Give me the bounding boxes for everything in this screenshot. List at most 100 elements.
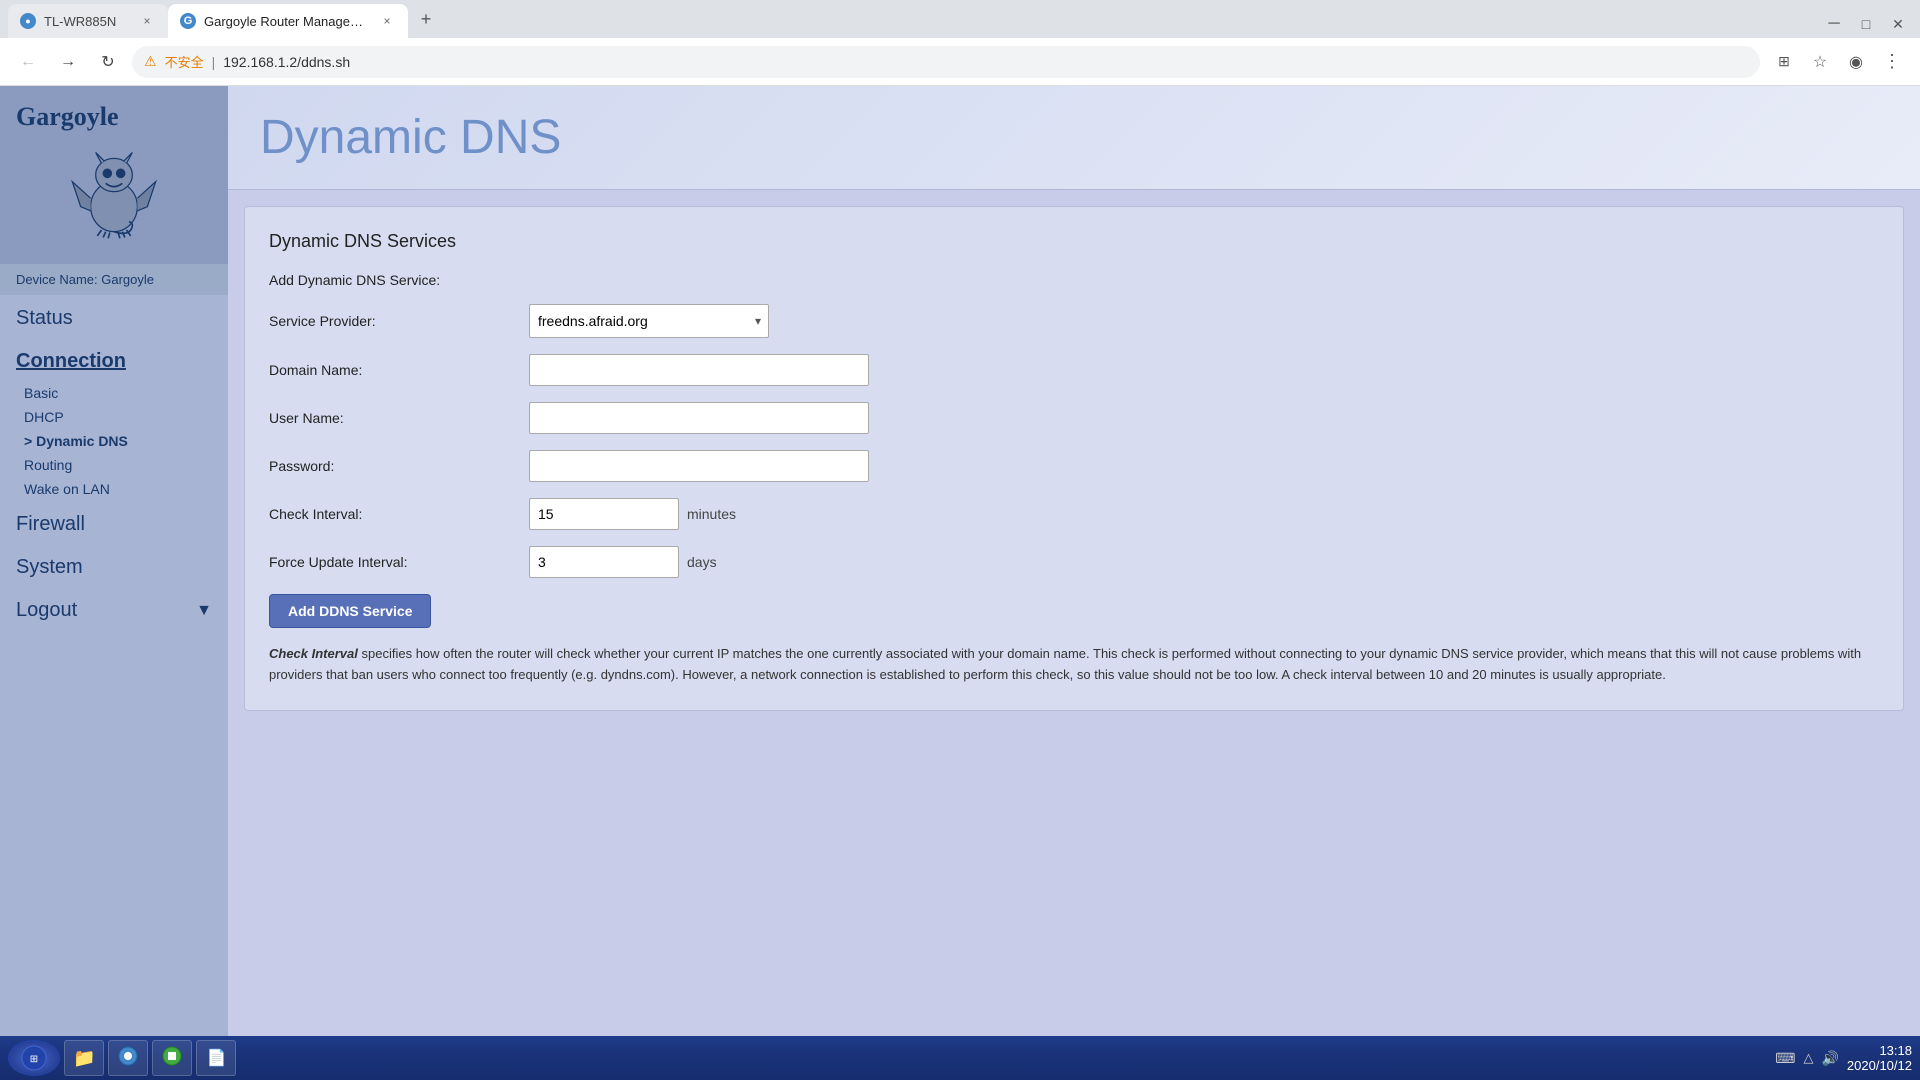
tab-2-title: Gargoyle Router Management <box>204 14 370 29</box>
minimize-button[interactable]: ─ <box>1820 10 1848 38</box>
taskbar-item-chrome2[interactable] <box>152 1040 192 1076</box>
service-provider-wrapper: freedns.afraid.org dyndns.com no-ip.com … <box>529 304 769 338</box>
notification-icon: △ <box>1803 1050 1813 1066</box>
page-content: Gargoyle <box>0 86 1920 1036</box>
add-service-row: Add Dynamic DNS Service: <box>269 272 1879 288</box>
help-text: Check Interval specifies how often the r… <box>269 644 1879 686</box>
notepad-icon: 📄 <box>206 1048 226 1068</box>
maximize-button[interactable]: □ <box>1852 10 1880 38</box>
bookmark-button[interactable]: ☆ <box>1804 46 1836 78</box>
page-title: Dynamic DNS <box>260 110 1888 165</box>
taskbar-right: ⌨ △ 🔊 13:18 2020/10/12 <box>1775 1043 1912 1073</box>
clock-date: 2020/10/12 <box>1847 1058 1912 1073</box>
add-ddns-service-button[interactable]: Add DDNS Service <box>269 594 431 628</box>
user-name-label: User Name: <box>269 410 529 426</box>
device-name: Device Name: Gargoyle <box>0 264 228 295</box>
domain-name-control <box>529 354 1009 386</box>
add-service-label: Add Dynamic DNS Service: <box>269 272 529 288</box>
user-name-input[interactable] <box>529 402 869 434</box>
service-provider-label: Service Provider: <box>269 313 529 329</box>
volume-icon: 🔊 <box>1821 1050 1838 1067</box>
sidebar: Gargoyle <box>0 86 228 1036</box>
tab-2[interactable]: G Gargoyle Router Management × <box>168 4 408 38</box>
force-update-control: days <box>529 546 1009 578</box>
profile-button[interactable]: ◉ <box>1840 46 1872 78</box>
add-service-btn-row: Add DDNS Service <box>269 594 1879 628</box>
force-update-label: Force Update Interval: <box>269 554 529 570</box>
sidebar-item-basic[interactable]: Basic <box>0 381 228 405</box>
sidebar-item-system[interactable]: System <box>0 544 228 587</box>
sidebar-item-connection[interactable]: Connection <box>0 338 228 381</box>
address-separator: | <box>212 54 216 70</box>
check-interval-control: minutes <box>529 498 1009 530</box>
sidebar-item-firewall[interactable]: Firewall <box>0 501 228 544</box>
brand-title: Gargoyle <box>16 102 212 132</box>
service-provider-select[interactable]: freedns.afraid.org dyndns.com no-ip.com … <box>529 304 769 338</box>
taskbar-clock: 13:18 2020/10/12 <box>1847 1043 1912 1073</box>
user-name-control <box>529 402 1009 434</box>
translate-button[interactable]: ⊞ <box>1768 46 1800 78</box>
domain-name-row: Domain Name: <box>269 354 1879 386</box>
main-content: Dynamic DNS Dynamic DNS Services Add Dyn… <box>228 86 1920 1036</box>
explorer-icon: 📁 <box>73 1048 95 1069</box>
sidebar-nav: Status Connection Basic DHCP Dynamic DNS… <box>0 295 228 1036</box>
sidebar-item-dhcp[interactable]: DHCP <box>0 405 228 429</box>
page-header: Dynamic DNS <box>228 86 1920 190</box>
taskbar: ⊞ 📁 📄 ⌨ <box>0 1036 1920 1080</box>
clock-time: 13:18 <box>1847 1043 1912 1058</box>
sidebar-item-status[interactable]: Status <box>0 295 228 338</box>
help-text-italic: Check Interval <box>269 646 358 661</box>
domain-name-label: Domain Name: <box>269 362 529 378</box>
sidebar-item-logout[interactable]: Logout ▼ <box>0 587 228 630</box>
help-text-body: specifies how often the router will chec… <box>269 646 1861 682</box>
svg-text:⊞: ⊞ <box>30 1054 38 1065</box>
password-input[interactable] <box>529 450 869 482</box>
force-update-input[interactable] <box>529 546 679 578</box>
address-warning-text: 不安全 <box>165 52 204 71</box>
back-button[interactable]: ← <box>12 46 44 78</box>
check-interval-unit: minutes <box>687 506 736 522</box>
tab-1[interactable]: ● TL-WR885N × <box>8 4 168 38</box>
start-icon: ⊞ <box>20 1044 48 1072</box>
forward-button[interactable]: → <box>52 46 84 78</box>
sidebar-brand: Gargoyle <box>0 86 228 264</box>
service-provider-control: freedns.afraid.org dyndns.com no-ip.com … <box>529 304 1009 338</box>
content-section: Dynamic DNS Services Add Dynamic DNS Ser… <box>244 206 1904 711</box>
force-update-row: Force Update Interval: days <box>269 546 1879 578</box>
start-button[interactable]: ⊞ <box>8 1040 60 1076</box>
sidebar-item-routing[interactable]: Routing <box>0 453 228 477</box>
browser-toolbar: ← → ↻ ⚠ 不安全 | 192.168.1.2/ddns.sh ⊞ ☆ ◉ … <box>0 38 1920 86</box>
password-control <box>529 450 1009 482</box>
toolbar-right-icons: ⊞ ☆ ◉ ⋮ <box>1768 46 1908 78</box>
brand-logo <box>64 140 164 240</box>
force-update-unit: days <box>687 554 717 570</box>
address-bar[interactable]: ⚠ 不安全 | 192.168.1.2/ddns.sh <box>132 46 1760 78</box>
security-warning-icon: ⚠ <box>144 53 157 70</box>
menu-button[interactable]: ⋮ <box>1876 46 1908 78</box>
password-label: Password: <box>269 458 529 474</box>
tab-bar: ● TL-WR885N × G Gargoyle Router Manageme… <box>0 0 1920 38</box>
check-interval-input[interactable] <box>529 498 679 530</box>
scroll-down-icon: ▼ <box>196 602 212 620</box>
keyboard-icon: ⌨ <box>1775 1050 1795 1067</box>
taskbar-item-chrome[interactable] <box>108 1040 148 1076</box>
tab-1-title: TL-WR885N <box>44 14 130 29</box>
check-interval-row: Check Interval: minutes <box>269 498 1879 530</box>
sidebar-item-wake-on-lan[interactable]: Wake on LAN <box>0 477 228 501</box>
sidebar-item-dynamic-dns[interactable]: Dynamic DNS <box>0 429 228 453</box>
new-tab-button[interactable]: + <box>412 5 440 33</box>
reload-button[interactable]: ↻ <box>92 46 124 78</box>
close-button[interactable]: ✕ <box>1884 10 1912 38</box>
tab-1-close[interactable]: × <box>138 12 156 30</box>
domain-name-input[interactable] <box>529 354 869 386</box>
chrome-icon <box>118 1046 138 1071</box>
chrome2-icon <box>162 1046 182 1071</box>
user-name-row: User Name: <box>269 402 1879 434</box>
check-interval-label: Check Interval: <box>269 506 529 522</box>
taskbar-item-explorer[interactable]: 📁 <box>64 1040 104 1076</box>
tab-2-close[interactable]: × <box>378 12 396 30</box>
taskbar-item-notepad[interactable]: 📄 <box>196 1040 236 1076</box>
service-provider-row: Service Provider: freedns.afraid.org dyn… <box>269 304 1879 338</box>
section-title: Dynamic DNS Services <box>269 231 1879 252</box>
password-row: Password: <box>269 450 1879 482</box>
